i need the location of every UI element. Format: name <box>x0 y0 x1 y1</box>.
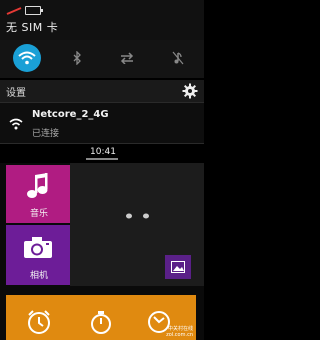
image-icon <box>171 261 185 273</box>
home-screen: 音乐 相机 中关村在线 zol.com.cn <box>0 163 204 340</box>
battery-icon <box>25 6 43 15</box>
watermark-url: zol.com.cn <box>166 332 193 338</box>
sound-toggle[interactable] <box>164 44 192 72</box>
no-sim-icon <box>6 7 22 15</box>
bluetooth-toggle[interactable] <box>63 44 91 72</box>
gallery-app-tile[interactable] <box>165 255 191 279</box>
music-note-icon <box>27 173 48 198</box>
wifi-notification[interactable]: Netcore_2_4G 已连接 <box>0 102 204 144</box>
camera-icon <box>24 237 52 258</box>
network-status: 已连接 <box>32 129 60 139</box>
wifi-toggle[interactable] <box>13 44 41 72</box>
wifi-icon <box>18 51 36 65</box>
sound-off-icon <box>172 51 184 65</box>
drag-handle[interactable] <box>86 158 118 160</box>
wallpaper-eyes <box>126 213 149 219</box>
data-transfer-icon <box>120 52 134 64</box>
settings-row: 设置 <box>0 80 204 102</box>
alarm-clock-icon <box>28 310 50 334</box>
watermark: 中关村在线 zol.com.cn <box>166 326 193 338</box>
wifi-icon <box>9 118 23 130</box>
camera-app-label: 相机 <box>30 271 49 281</box>
bluetooth-icon <box>73 51 81 65</box>
music-app-label: 音乐 <box>30 209 49 219</box>
clock-app-strip[interactable]: 中关村在线 zol.com.cn <box>6 295 196 340</box>
camera-app-tile[interactable]: 相机 <box>6 225 70 285</box>
music-app-tile[interactable]: 音乐 <box>6 165 70 223</box>
quick-toggles <box>0 40 204 78</box>
data-toggle[interactable] <box>113 44 141 72</box>
timer-icon <box>91 311 111 334</box>
clock-time: 10:41 <box>90 147 116 157</box>
gear-icon[interactable] <box>182 83 198 99</box>
status-bar: 无 SIM 卡 <box>0 0 204 40</box>
network-name: Netcore_2_4G <box>32 109 109 120</box>
carrier-label: 无 SIM 卡 <box>6 21 59 34</box>
settings-label: 设置 <box>6 88 26 99</box>
